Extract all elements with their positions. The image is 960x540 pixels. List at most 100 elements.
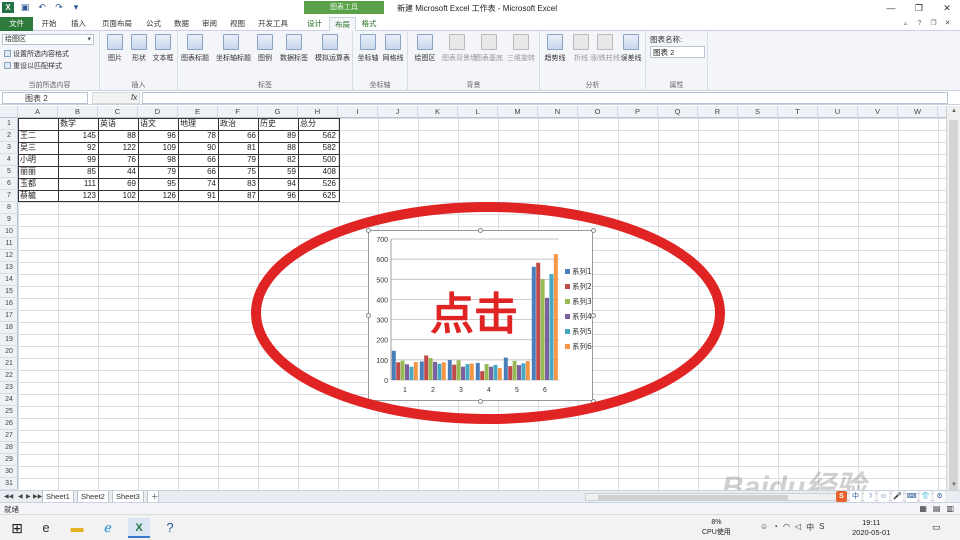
cell[interactable]: 语文 xyxy=(138,118,178,130)
cell[interactable]: 59 xyxy=(258,166,298,178)
user-icon[interactable]: ☺ xyxy=(760,522,768,533)
cell[interactable]: 145 xyxy=(58,130,98,142)
column-header[interactable]: N xyxy=(538,106,578,118)
row-header[interactable]: 9 xyxy=(0,214,18,226)
tab[interactable]: 开始 xyxy=(36,17,62,31)
tab[interactable]: 格式 xyxy=(356,17,382,31)
row-header[interactable]: 7 xyxy=(0,190,18,202)
tab[interactable]: 审阅 xyxy=(196,17,223,31)
column-header[interactable]: W xyxy=(898,106,938,118)
tab[interactable]: 视图 xyxy=(224,17,251,31)
clock[interactable]: 19:11 2020-05-01 xyxy=(852,518,890,538)
cell[interactable]: 政治 xyxy=(218,118,258,130)
input-method-icon[interactable]: 中 xyxy=(806,522,814,533)
tab[interactable]: 插入 xyxy=(62,17,95,31)
help-icon[interactable]: ? xyxy=(159,518,181,538)
cell[interactable]: 88 xyxy=(98,130,138,142)
cell[interactable]: 78 xyxy=(178,130,218,142)
resize-handle[interactable] xyxy=(591,228,596,233)
scroll-down-icon[interactable]: ▼ xyxy=(947,480,960,490)
row-header[interactable]: 3 xyxy=(0,142,18,154)
column-header[interactable]: R xyxy=(698,106,738,118)
page-layout-view-icon[interactable]: ▤ xyxy=(933,504,941,513)
ime-button[interactable]: ☽ xyxy=(864,491,875,502)
resize-handle[interactable] xyxy=(478,228,483,233)
row-header[interactable]: 23 xyxy=(0,382,18,394)
tab[interactable]: 公式 xyxy=(140,17,167,31)
notification-icon[interactable]: ▭ xyxy=(932,522,941,533)
file-explorer-icon[interactable]: ▬ xyxy=(66,518,88,538)
formula-input[interactable] xyxy=(142,92,948,104)
cell[interactable]: 蔡毓 xyxy=(18,190,58,202)
cell[interactable]: 王二 xyxy=(18,130,58,142)
axis-titles-button[interactable]: 坐标轴标题 xyxy=(216,34,251,63)
column-header[interactable]: F xyxy=(218,106,258,118)
row-header[interactable]: 5 xyxy=(0,166,18,178)
row-header[interactable]: 16 xyxy=(0,298,18,310)
cell[interactable]: 89 xyxy=(258,130,298,142)
row-header[interactable]: 18 xyxy=(0,322,18,334)
cell[interactable]: 79 xyxy=(138,166,178,178)
minimize-icon[interactable]: — xyxy=(884,2,898,14)
resize-handle[interactable] xyxy=(591,313,596,318)
column-header[interactable]: J xyxy=(378,106,418,118)
gridlines-button[interactable]: 网格线 xyxy=(378,34,408,63)
start-icon[interactable]: ⊞ xyxy=(6,518,28,538)
row-header[interactable]: 14 xyxy=(0,274,18,286)
resize-handle[interactable] xyxy=(366,313,371,318)
minimize-ribbon-icon[interactable]: ▵ xyxy=(901,19,910,28)
wifi-icon[interactable]: ◠ xyxy=(783,522,790,533)
cell[interactable]: 69 xyxy=(98,178,138,190)
page-break-view-icon[interactable]: ▥ xyxy=(946,504,954,513)
ie-icon[interactable]: ℯ xyxy=(97,518,119,538)
save-icon[interactable]: ▣ xyxy=(19,2,31,13)
chart-name-input[interactable]: 图表 2 xyxy=(650,46,705,58)
column-header[interactable]: U xyxy=(818,106,858,118)
row-header[interactable]: 11 xyxy=(0,238,18,250)
customize-qat-icon[interactable]: ▾ xyxy=(70,2,82,13)
cell[interactable]: 87 xyxy=(218,190,258,202)
cell[interactable]: 111 xyxy=(58,178,98,190)
column-header[interactable]: H xyxy=(298,106,338,118)
row-header[interactable]: 22 xyxy=(0,370,18,382)
cell[interactable]: 数学 xyxy=(58,118,98,130)
row-header[interactable]: 31 xyxy=(0,478,18,490)
data-table-button[interactable]: 模拟运算表 xyxy=(315,34,350,63)
cell[interactable]: 96 xyxy=(258,190,298,202)
column-header[interactable]: D xyxy=(138,106,178,118)
cell[interactable]: 500 xyxy=(298,154,338,166)
cell[interactable]: 丽丽 xyxy=(18,166,58,178)
cell[interactable]: 83 xyxy=(218,178,258,190)
cell[interactable]: 122 xyxy=(98,142,138,154)
row-header[interactable]: 4 xyxy=(0,154,18,166)
data-labels-button[interactable]: 数据标签 xyxy=(279,34,309,63)
row-header[interactable]: 29 xyxy=(0,454,18,466)
redo-icon[interactable]: ↷ xyxy=(53,2,65,13)
normal-view-icon[interactable]: ▦ xyxy=(919,504,927,513)
row-header[interactable]: 8 xyxy=(0,202,18,214)
restore-icon[interactable]: ❐ xyxy=(912,2,926,14)
row-header[interactable]: 27 xyxy=(0,430,18,442)
tab[interactable]: 布局 xyxy=(329,17,356,32)
row-header[interactable]: 6 xyxy=(0,178,18,190)
cell[interactable]: 109 xyxy=(138,142,178,154)
cell[interactable]: 95 xyxy=(138,178,178,190)
ime-button[interactable]: S xyxy=(836,491,847,502)
error-bars-button[interactable]: 误差线 xyxy=(616,34,646,63)
column-header[interactable]: T xyxy=(778,106,818,118)
cell[interactable]: 90 xyxy=(178,142,218,154)
vertical-scroll-thumb[interactable] xyxy=(949,120,958,500)
column-header[interactable]: B xyxy=(58,106,98,118)
column-header[interactable]: G xyxy=(258,106,298,118)
row-header[interactable]: 20 xyxy=(0,346,18,358)
cell[interactable]: 81 xyxy=(218,142,258,154)
volume-icon[interactable]: ◁ xyxy=(795,522,801,533)
resize-handle[interactable] xyxy=(366,228,371,233)
row-header[interactable]: 28 xyxy=(0,442,18,454)
cell[interactable]: 历史 xyxy=(258,118,298,130)
row-header[interactable]: 2 xyxy=(0,130,18,142)
vertical-scrollbar[interactable]: ▲ ▼ xyxy=(946,106,960,500)
ime-button[interactable]: ☺ xyxy=(878,491,889,502)
cell[interactable]: 526 xyxy=(298,178,338,190)
cell[interactable]: 102 xyxy=(98,190,138,202)
